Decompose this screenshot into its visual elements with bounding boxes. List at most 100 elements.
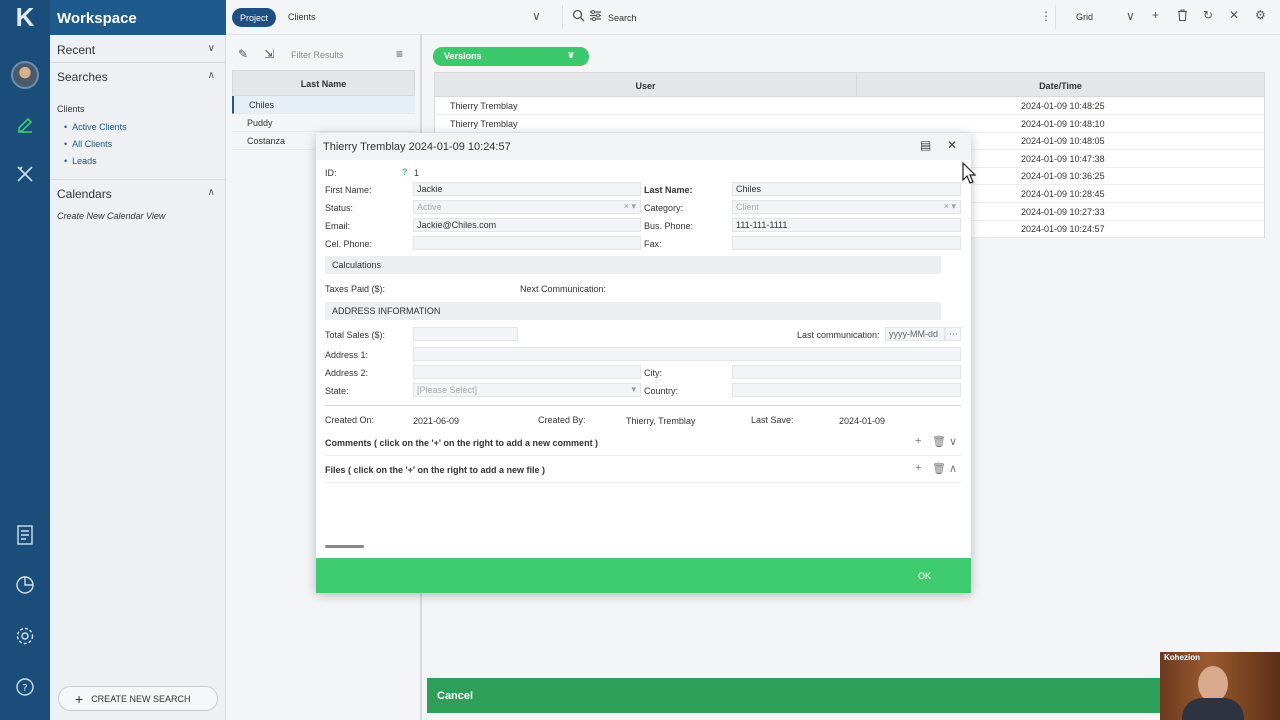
tab-clients[interactable]: Clients <box>288 12 316 22</box>
more-vertical-icon[interactable]: ⋮ <box>1040 9 1052 23</box>
dialog-title-bar[interactable]: Thierry Tremblay 2024-01-09 10:24:57 ▤ ✕ <box>316 133 971 160</box>
chevron-down-icon[interactable]: ▾ <box>631 384 636 395</box>
gear-icon[interactable] <box>12 623 38 649</box>
navigation-panel: Recent ∨ Searches ∧ Clients Active Clients… <box>50 35 226 720</box>
trash-icon[interactable] <box>1177 9 1188 24</box>
add-file-icon[interactable]: + <box>915 462 921 474</box>
nav-recent[interactable]: Recent ∨ <box>57 43 217 57</box>
help-icon[interactable]: ? <box>12 674 38 700</box>
state-label: State: <box>325 386 349 396</box>
trash-icon[interactable]: 🗑 <box>932 435 946 448</box>
cel-phone-field[interactable] <box>413 236 641 250</box>
chevron-up-icon[interactable]: ∧ <box>208 187 215 198</box>
list-item[interactable]: Chiles <box>232 96 415 114</box>
create-new-search-button[interactable]: + CREATE NEW SEARCH <box>58 686 218 711</box>
date-picker-icon[interactable]: ⋯ <box>945 327 961 341</box>
chevron-up-icon[interactable]: ∧ <box>208 70 215 81</box>
last-save-label: Last Save: <box>751 415 794 425</box>
clear-chevron-icon[interactable]: × ▾ <box>944 201 956 212</box>
edit-icon[interactable]: ✎ <box>238 47 248 61</box>
column-header-user[interactable]: User <box>435 73 857 97</box>
report-icon[interactable] <box>12 522 38 548</box>
calculations-section[interactable]: Calculations <box>325 256 960 274</box>
address2-label: Address 2: <box>325 368 369 378</box>
comments-section[interactable]: Comments ( click on the '+' on the right… <box>325 438 598 448</box>
divider <box>325 482 961 483</box>
last-name-field[interactable]: Chiles <box>732 182 961 196</box>
close-icon[interactable]: ✕ <box>1229 8 1239 22</box>
id-label: ID: <box>325 168 337 178</box>
tools-icon[interactable] <box>12 161 38 187</box>
chevron-down-icon[interactable]: ∨ <box>949 435 957 448</box>
cell-user: Thierry Tremblay <box>450 101 518 111</box>
cell-user: Thierry Tremblay <box>450 119 518 129</box>
tab-project[interactable]: Project <box>232 8 277 27</box>
cell-datetime: 2024-01-09 10:47:38 <box>1021 154 1105 164</box>
column-header-datetime[interactable]: Date/Time <box>857 73 1264 97</box>
ok-button[interactable]: OK <box>316 558 971 593</box>
category-select[interactable]: Client × ▾ <box>732 200 961 214</box>
refresh-icon[interactable]: ↻ <box>1203 8 1213 22</box>
bus-phone-field[interactable]: 111-111-1111 <box>732 218 961 232</box>
cancel-button[interactable]: Cancel <box>427 678 1167 713</box>
presenter-body <box>1182 698 1244 720</box>
maximize-icon[interactable]: ▤ <box>920 138 931 152</box>
nav-item-all-clients[interactable]: All Clients <box>64 139 112 149</box>
horizontal-scrollbar[interactable] <box>325 545 364 548</box>
versions-button[interactable]: Versions ∨ <box>433 47 589 66</box>
settings-icon[interactable]: ⚙ <box>1255 8 1266 22</box>
chevron-up-icon[interactable]: ∧ <box>949 462 957 475</box>
chevron-down-icon[interactable]: ∨ <box>1126 9 1135 23</box>
status-select[interactable]: Active × ▾ <box>413 200 641 214</box>
close-icon[interactable]: ✕ <box>947 138 957 152</box>
app-logo-icon[interactable]: K <box>0 0 50 35</box>
clear-chevron-icon[interactable]: × ▾ <box>624 201 636 212</box>
city-field[interactable] <box>732 365 961 379</box>
search-input[interactable]: Search <box>608 13 637 23</box>
city-label: City: <box>644 368 662 378</box>
total-sales-field[interactable] <box>413 327 518 341</box>
column-header-last-name[interactable]: Last Name <box>232 70 415 96</box>
country-field[interactable] <box>732 383 961 397</box>
nav-searches[interactable]: Searches ∧ <box>57 70 217 84</box>
chevron-down-icon[interactable]: ∨ <box>532 9 541 23</box>
filter-results-input[interactable]: Filter Results <box>291 50 344 60</box>
trash-icon[interactable]: 🗑 <box>932 462 946 475</box>
filter-settings-icon[interactable] <box>589 9 602 25</box>
chevron-down-icon[interactable]: ∨ <box>208 43 215 54</box>
address-section[interactable]: ADDRESS INFORMATION <box>325 302 960 320</box>
create-new-search-label: CREATE NEW SEARCH <box>91 693 191 704</box>
add-icon[interactable]: + <box>1152 8 1159 22</box>
divider <box>325 455 961 456</box>
user-avatar[interactable] <box>11 61 39 89</box>
fax-field[interactable] <box>732 236 961 250</box>
last-communication-date-field[interactable]: yyyy-MM-dd <box>885 327 945 341</box>
files-section[interactable]: Files ( click on the '+' on the right to… <box>325 465 545 475</box>
chart-icon[interactable] <box>12 572 38 598</box>
table-row[interactable]: Thierry Tremblay 2024-01-09 10:48:25 <box>435 97 1264 115</box>
nav-item-leads[interactable]: Leads <box>64 156 97 166</box>
export-icon[interactable]: ⇲ <box>264 47 274 61</box>
address2-field[interactable] <box>413 365 641 379</box>
create-calendar-link[interactable]: Create New Calendar View <box>57 211 165 221</box>
created-on-value: 2021-06-09 <box>413 416 460 426</box>
category-label: Category: <box>644 203 684 213</box>
add-comment-icon[interactable]: + <box>915 435 921 447</box>
help-icon[interactable]: ? <box>402 167 408 177</box>
list-item[interactable]: Puddy <box>232 114 415 132</box>
nav-searches-label: Searches <box>57 70 108 84</box>
svg-text:?: ? <box>22 683 27 694</box>
state-select[interactable]: [Please Select] ▾ <box>413 383 641 397</box>
first-name-field[interactable]: Jackie <box>413 182 641 196</box>
versions-label: Versions <box>444 51 482 61</box>
nav-item-active-clients[interactable]: Active Clients <box>64 122 127 132</box>
table-row[interactable]: Thierry Tremblay 2024-01-09 10:48:10 <box>435 115 1264 133</box>
filter-icon[interactable]: ≡ <box>396 47 403 61</box>
email-field[interactable]: Jackie@Chiles.com <box>413 218 641 232</box>
nav-calendars[interactable]: Calendars ∧ <box>57 187 217 201</box>
icon-rail: K ? <box>0 0 50 720</box>
search-icon[interactable] <box>572 9 585 25</box>
view-mode-select[interactable]: Grid <box>1076 12 1093 22</box>
edit-icon[interactable] <box>12 112 38 138</box>
address1-field[interactable] <box>413 347 961 361</box>
